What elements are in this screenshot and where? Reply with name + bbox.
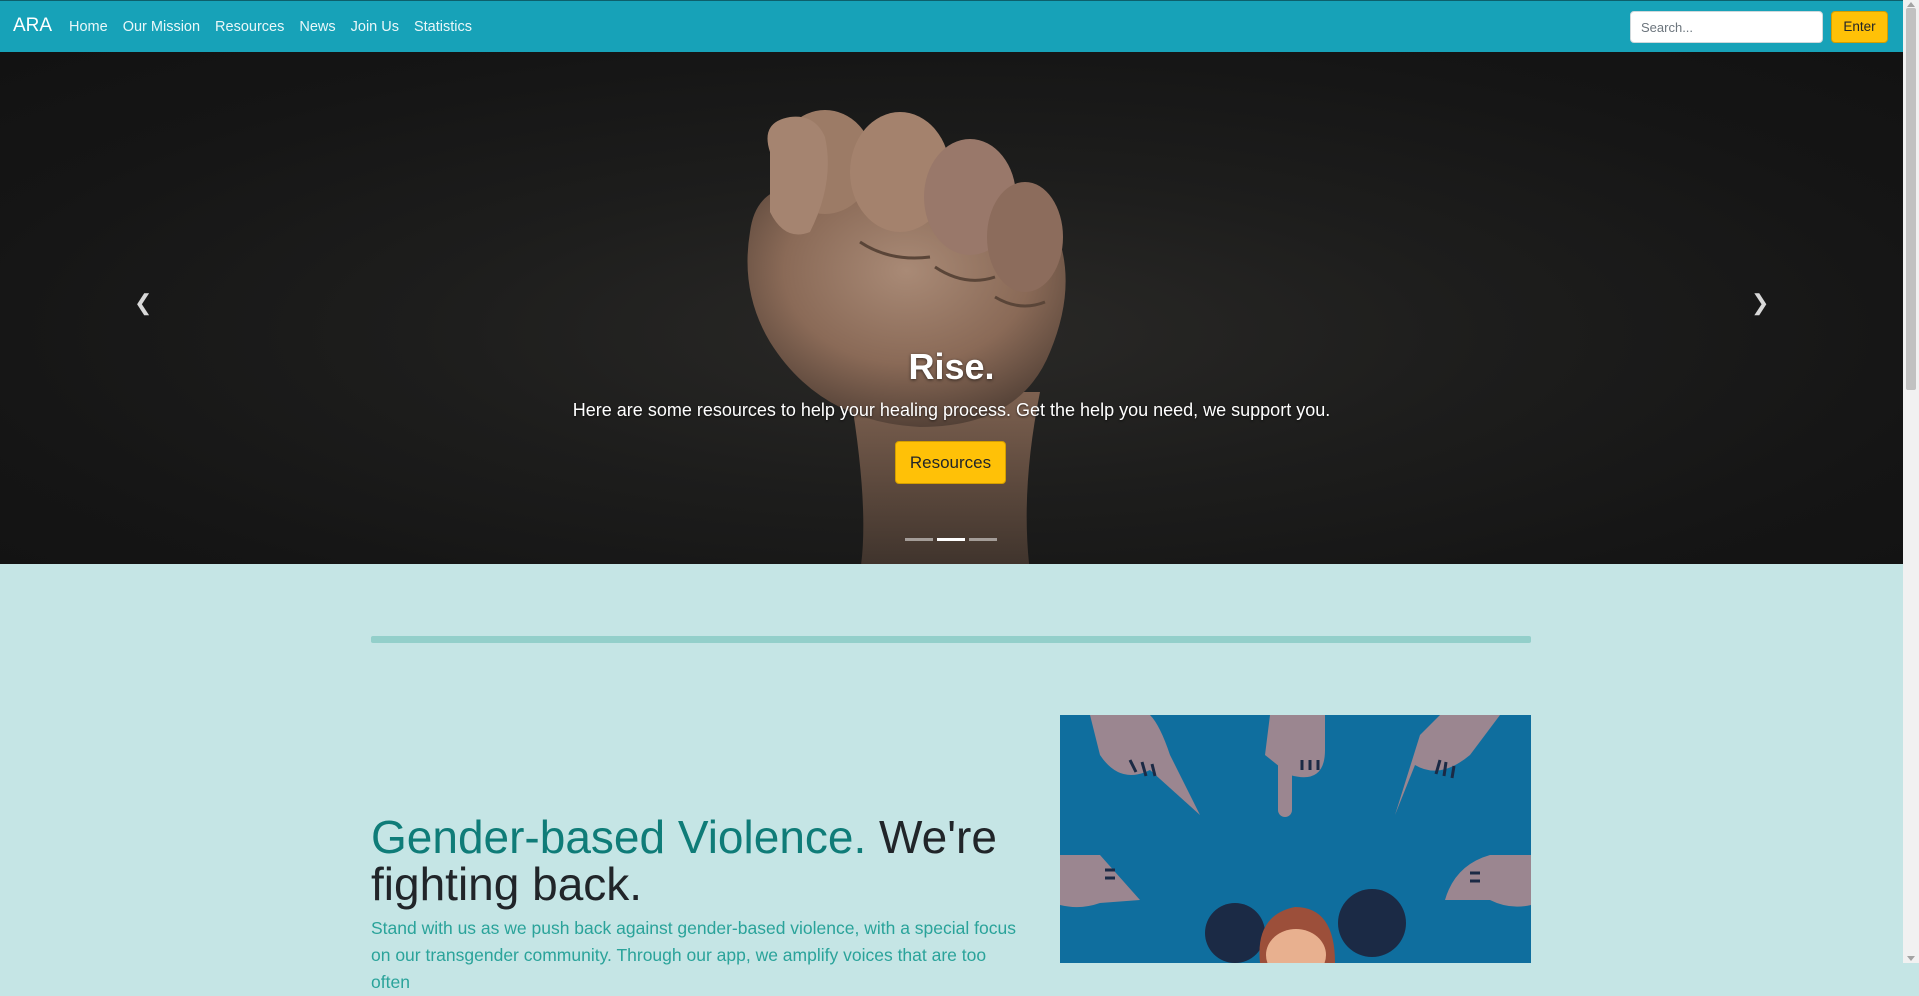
- search-input[interactable]: [1630, 11, 1823, 43]
- chevron-right-icon[interactable]: ❯: [1751, 290, 1769, 316]
- section-divider: [371, 636, 1531, 643]
- enter-button[interactable]: Enter: [1831, 11, 1888, 43]
- nav-links: Home Our Mission Resources News Join Us …: [69, 19, 472, 35]
- scroll-down-arrow-icon[interactable]: [1907, 956, 1915, 961]
- brand-logo[interactable]: ARA: [13, 15, 52, 37]
- nav-link-our-mission[interactable]: Our Mission: [123, 19, 200, 35]
- scroll-up-arrow-icon[interactable]: [1907, 2, 1915, 7]
- resources-button[interactable]: Resources: [895, 441, 1006, 484]
- raised-fist-image: [747, 110, 1066, 564]
- carousel-indicator-2[interactable]: [937, 538, 965, 541]
- headline-accent: Gender-based Violence.: [371, 811, 867, 863]
- carousel-indicator-1[interactable]: [905, 538, 933, 541]
- hero-carousel: ❮ ❯ Rise. Here are some resources to hel…: [0, 52, 1903, 564]
- pointing-hands-svg: [1060, 715, 1531, 963]
- hero-text: Here are some resources to help your hea…: [572, 400, 1331, 420]
- nav-link-news[interactable]: News: [299, 19, 335, 35]
- hero-title: Rise.: [908, 346, 995, 387]
- scrollbar-thumb[interactable]: [1906, 8, 1916, 390]
- nav-link-join-us[interactable]: Join Us: [351, 19, 399, 35]
- nav-link-home[interactable]: Home: [69, 19, 108, 35]
- pointing-hands-illustration: [1060, 715, 1531, 963]
- carousel-indicators: [905, 538, 997, 541]
- chevron-left-icon[interactable]: ❮: [134, 290, 152, 316]
- nav-link-resources[interactable]: Resources: [215, 19, 284, 35]
- navbar: ARA Home Our Mission Resources News Join…: [0, 0, 1903, 52]
- page-scrollbar[interactable]: [1903, 0, 1919, 963]
- carousel-indicator-3[interactable]: [969, 538, 997, 541]
- section-lead-text: Stand with us as we push back against ge…: [371, 918, 1016, 992]
- section-headline: Gender-based Violence. We're fighting ba…: [371, 814, 1011, 908]
- nav-link-statistics[interactable]: Statistics: [414, 19, 472, 35]
